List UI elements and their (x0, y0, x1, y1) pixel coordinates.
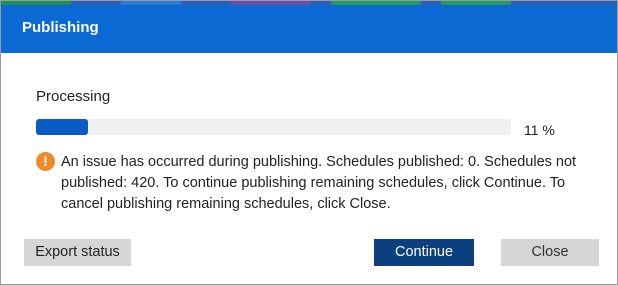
dialog-header: Publishing (1, 5, 617, 53)
close-button[interactable]: Close (501, 239, 599, 266)
warning-icon: ! (36, 152, 55, 171)
progress-bar-fill (36, 119, 89, 135)
progress-percent-text: 11 % (524, 122, 555, 138)
dialog-title: Publishing (22, 19, 99, 36)
status-message: An issue has occurred during publishing.… (61, 154, 577, 212)
progress-bar (36, 119, 511, 135)
export-status-button[interactable]: Export status (24, 239, 131, 266)
publishing-dialog: Publishing Processing 11 % ! An issue ha… (0, 0, 618, 285)
processing-label: Processing (36, 88, 111, 105)
continue-button[interactable]: Continue (374, 239, 474, 266)
